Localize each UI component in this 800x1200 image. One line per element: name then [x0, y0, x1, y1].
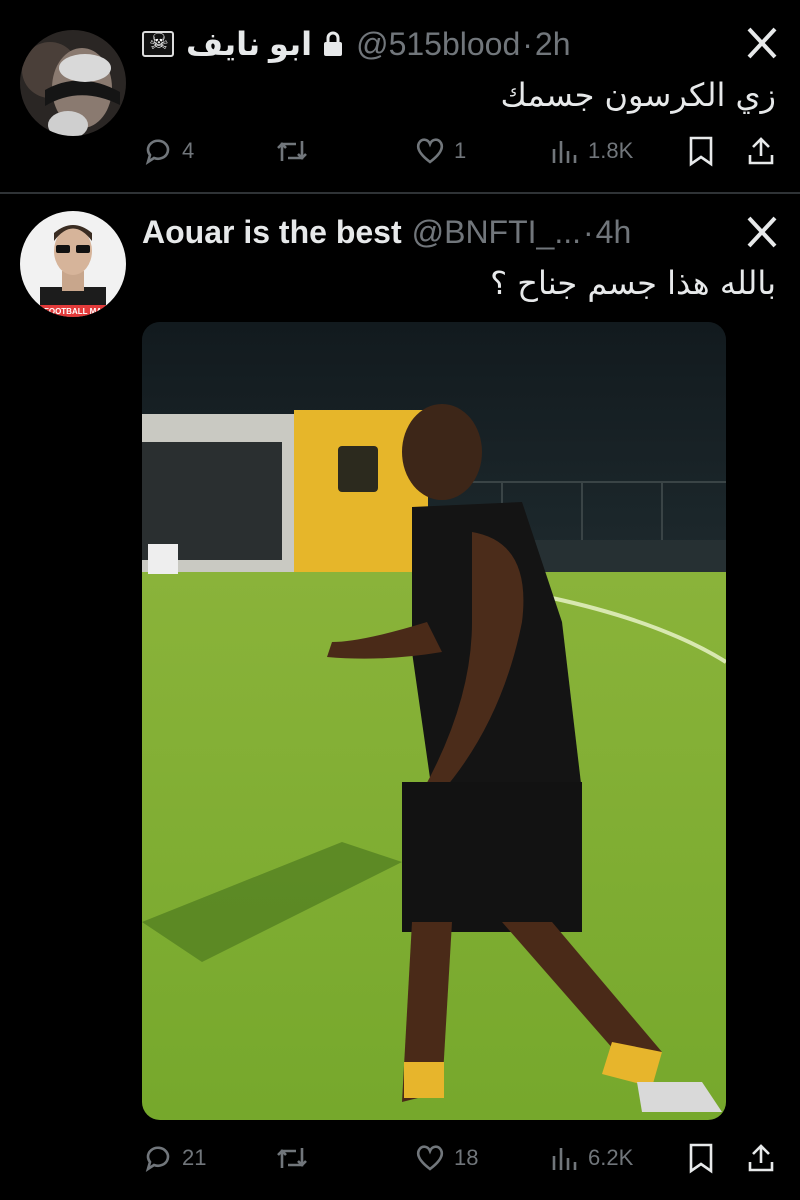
views-icon: [552, 1148, 577, 1170]
share-icon: [748, 1144, 774, 1172]
user-handle[interactable]: @515blood: [356, 26, 520, 63]
media-video[interactable]: [142, 322, 726, 1120]
user-handle[interactable]: @BNFTI_...: [412, 214, 581, 251]
like-count: 18: [454, 1145, 479, 1170]
tweet-2[interactable]: FOOTBALL MA Aouar is the best @BNFTI_...…: [0, 194, 800, 1200]
views-button[interactable]: 1.8K: [550, 131, 633, 171]
reply-icon: [145, 139, 170, 166]
share-icon: [748, 137, 774, 165]
separator-dot: ·: [522, 25, 533, 62]
bookmark-button[interactable]: [688, 1138, 714, 1178]
retweet-button[interactable]: [274, 1138, 310, 1178]
action-bar: 4 1 1.8K: [142, 131, 782, 171]
views-icon: [552, 141, 577, 163]
timestamp[interactable]: 4h: [596, 214, 632, 251]
retweet-button[interactable]: [274, 131, 310, 171]
bookmark-icon: [689, 1143, 713, 1174]
tweet-text: زي الكرسون جسمك: [500, 76, 776, 114]
bookmark-button[interactable]: [688, 131, 714, 171]
reply-count: 4: [182, 138, 195, 163]
share-button[interactable]: [746, 131, 776, 171]
reply-icon: [145, 1146, 170, 1173]
like-button[interactable]: 1: [414, 131, 466, 171]
action-bar: 21 18 6.2K: [142, 1138, 782, 1178]
view-count: 1.8K: [588, 138, 634, 163]
share-button[interactable]: [746, 1138, 776, 1178]
tweet-text: بالله هذا جسم جناح ؟: [490, 264, 776, 302]
like-button[interactable]: 18: [414, 1138, 478, 1178]
retweet-icon: [277, 1148, 307, 1168]
view-count: 6.2K: [588, 1145, 634, 1170]
tweet-1[interactable]: ابو نايف @515blood · 2h زي الكرسون جسمك …: [0, 0, 800, 193]
like-icon: [416, 138, 444, 164]
tweet-header: ابو نايف @515blood · 2h: [142, 24, 722, 64]
avatar-caption: FOOTBALL MA: [44, 307, 102, 316]
like-icon: [416, 1145, 444, 1171]
reply-button[interactable]: 4: [142, 131, 194, 171]
lock-icon: [322, 31, 344, 57]
separator-dot: ·: [583, 213, 594, 250]
pirate-flag-icon: [142, 29, 174, 57]
reply-button[interactable]: 21: [142, 1138, 206, 1178]
x-close-icon[interactable]: [746, 216, 778, 248]
reply-count: 21: [182, 1145, 207, 1170]
bookmark-icon: [689, 136, 713, 167]
retweet-icon: [277, 141, 307, 161]
avatar[interactable]: FOOTBALL MA: [20, 211, 126, 317]
views-button[interactable]: 6.2K: [550, 1138, 633, 1178]
x-close-icon[interactable]: [746, 27, 778, 59]
avatar[interactable]: [20, 30, 126, 136]
display-name[interactable]: Aouar is the best: [142, 214, 402, 251]
timestamp[interactable]: 2h: [535, 26, 571, 63]
tweet-header: Aouar is the best @BNFTI_... · 4h: [142, 212, 722, 252]
display-name[interactable]: ابو نايف: [186, 25, 312, 63]
like-count: 1: [454, 138, 467, 163]
